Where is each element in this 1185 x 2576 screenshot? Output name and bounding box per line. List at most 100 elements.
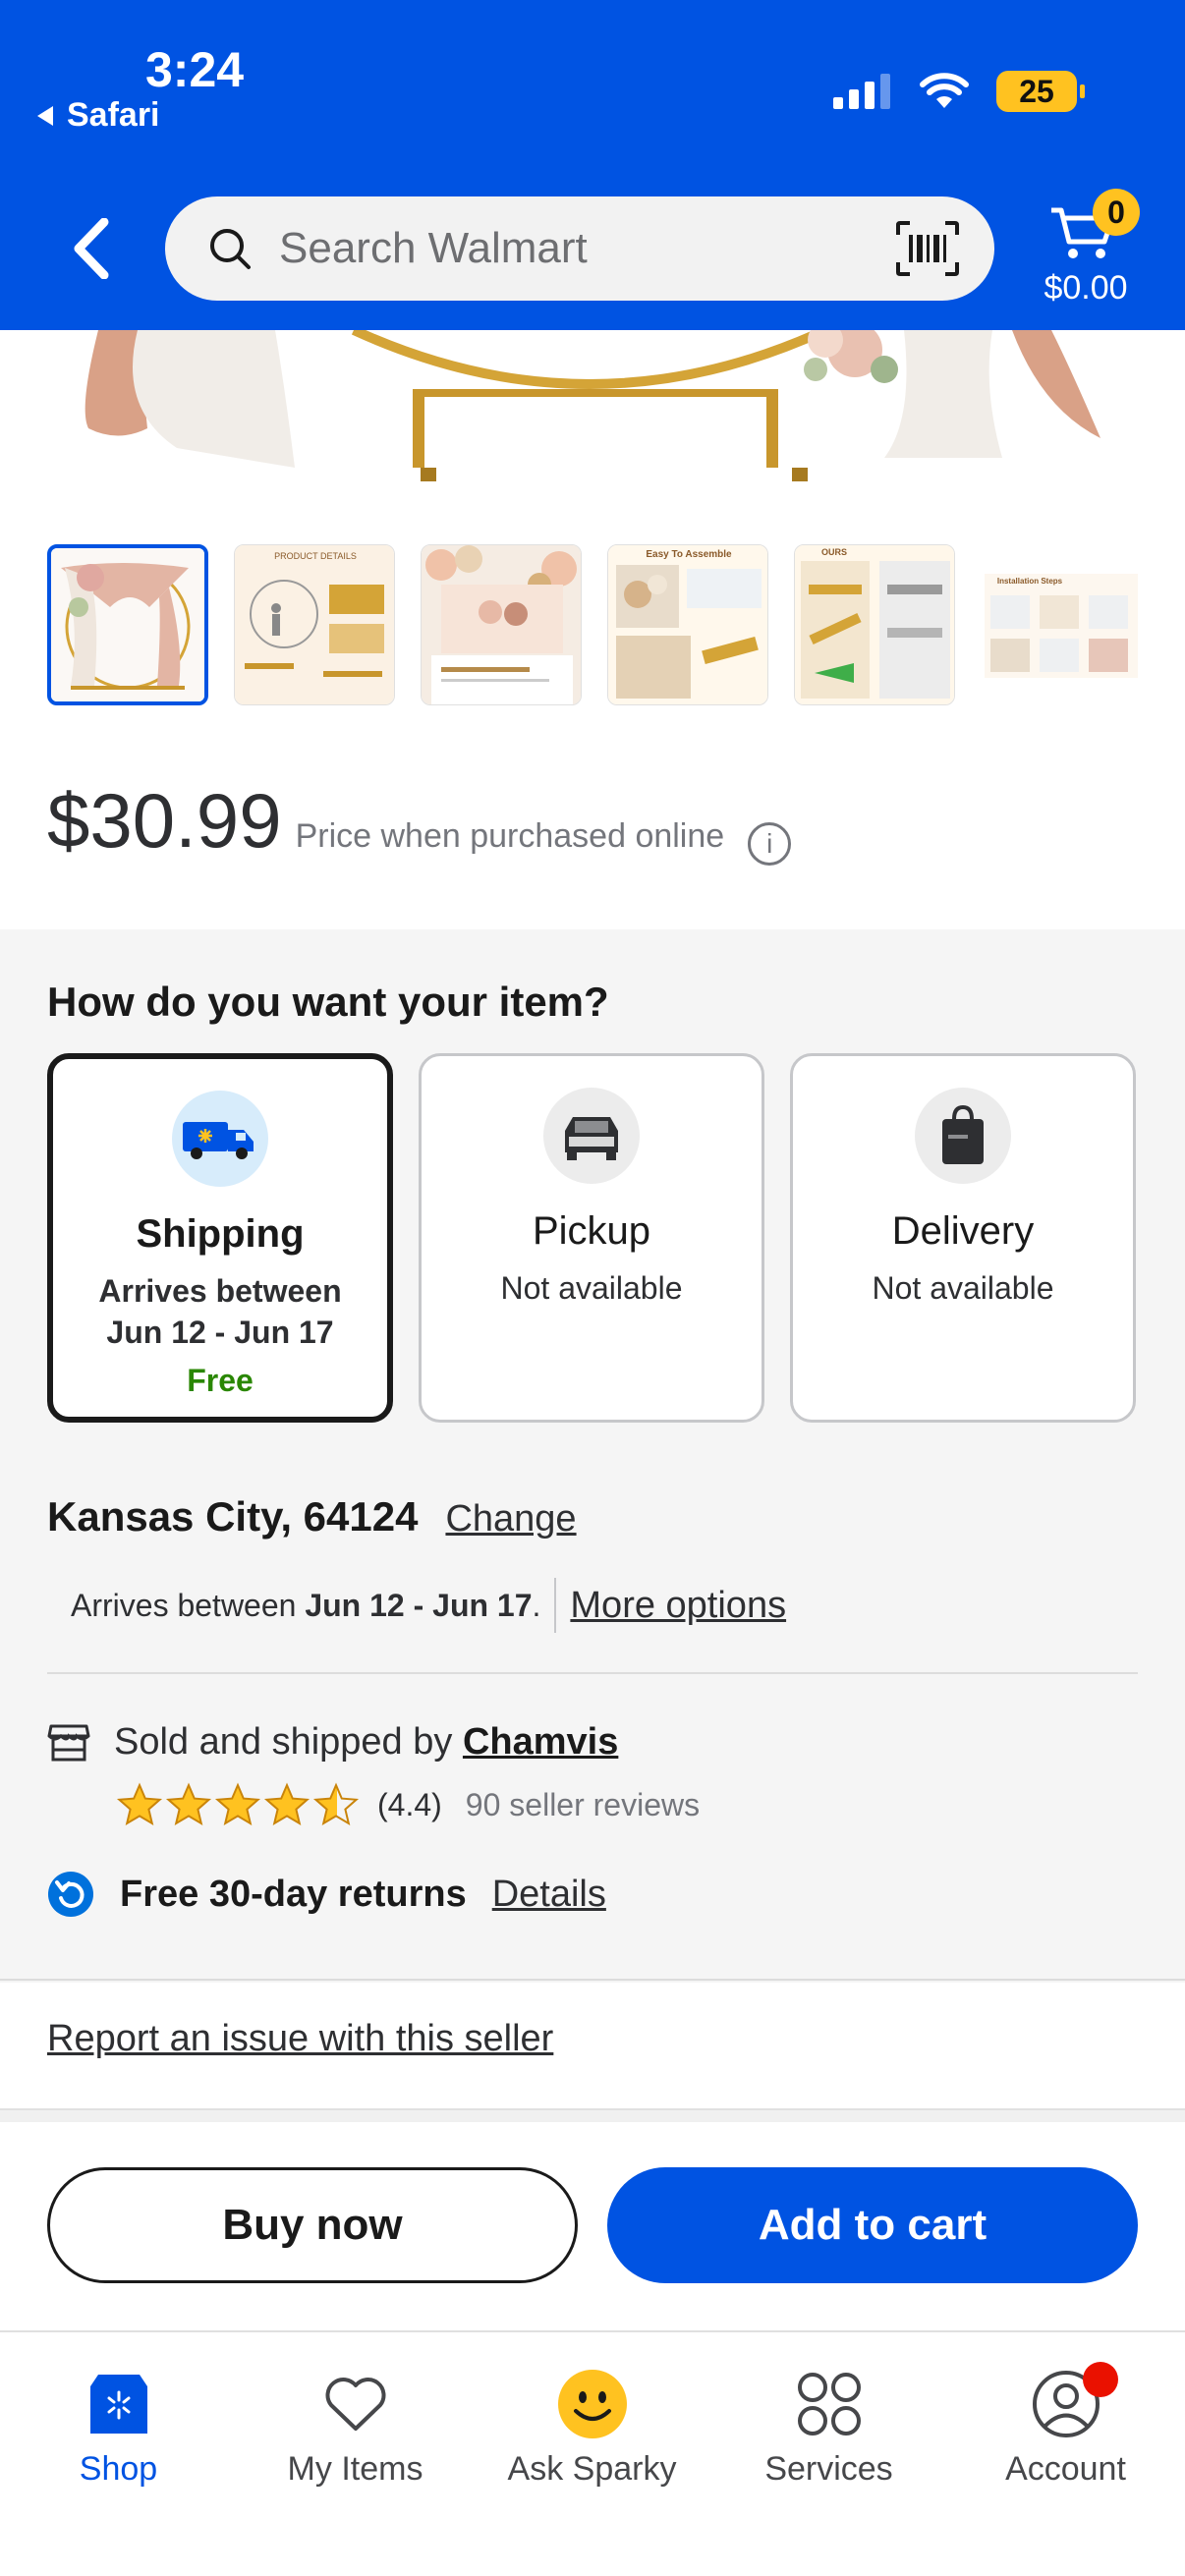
fulfillment-title: How do you want your item? <box>47 979 609 1025</box>
option-shipping-line1: Arrives between <box>98 1273 342 1309</box>
seller-row: Sold and shipped by Chamvis <box>47 1721 618 1764</box>
option-delivery[interactable]: Delivery Not available <box>790 1053 1136 1423</box>
status-time: 3:24 <box>145 42 245 97</box>
nav-account-label: Account <box>1005 2450 1126 2488</box>
delivery-bag-icon <box>915 1088 1011 1184</box>
thumbnail-5-label: OURS <box>821 547 847 557</box>
thumbnail-4[interactable]: Easy To Assemble <box>607 544 768 705</box>
nav-ask-sparky[interactable]: Ask Sparky <box>474 2332 710 2576</box>
report-seller-link[interactable]: Report an issue with this seller <box>47 2018 553 2060</box>
barcode-scan-icon[interactable] <box>896 221 959 276</box>
bottom-nav: Shop My Items Ask Sparky Services Accoun… <box>0 2330 1185 2576</box>
fulfillment-section: How do you want your item? Shipping Arri… <box>0 929 1185 1983</box>
rating-value: (4.4) <box>377 1786 442 1822</box>
option-pickup-title: Pickup <box>532 1209 651 1253</box>
divider <box>0 1979 1185 1981</box>
info-icon[interactable]: i <box>748 822 792 866</box>
option-shipping-free: Free <box>187 1363 254 1398</box>
purchase-actions: Buy now Add to cart <box>0 2122 1185 2332</box>
returns-policy: Free 30-day returns <box>120 1873 467 1915</box>
nav-account[interactable]: Account <box>947 2332 1184 2576</box>
shipping-truck-icon <box>172 1091 268 1187</box>
back-to-safari[interactable]: Safari <box>35 96 160 135</box>
option-shipping[interactable]: Shipping Arrives between Jun 12 - Jun 17… <box>47 1053 393 1423</box>
cart-count-badge: 0 <box>1093 189 1140 236</box>
arrival-prefix: Arrives between <box>71 1587 306 1623</box>
thumbnail-6[interactable]: Installation Steps <box>981 544 1142 705</box>
notification-dot <box>1083 2362 1118 2397</box>
thumbnail-1[interactable] <box>47 544 208 705</box>
returns-icon <box>48 1872 93 1917</box>
product-hero-image[interactable] <box>0 330 1185 497</box>
back-button[interactable] <box>61 214 120 283</box>
thumbnail-strip: PRODUCT DETAILS Easy To Assemble OURS In… <box>47 544 1142 705</box>
status-indicators: 25 <box>833 71 1085 112</box>
arrival-dates: Jun 12 - Jun 17 <box>305 1587 533 1623</box>
sparky-icon <box>557 2370 627 2438</box>
nav-my-items[interactable]: My Items <box>237 2332 474 2576</box>
nav-shop[interactable]: Shop <box>0 2332 237 2576</box>
option-delivery-title: Delivery <box>891 1209 1035 1253</box>
price-row: $30.99 Price when purchased online i <box>47 776 792 866</box>
thumbnail-3[interactable] <box>421 544 582 705</box>
seller-review-count: 90 seller reviews <box>465 1786 701 1822</box>
option-delivery-status: Not available <box>872 1270 1054 1306</box>
heart-icon <box>325 2378 385 2431</box>
location-label: Kansas City, 64124 <box>47 1493 419 1540</box>
star-icon <box>165 1782 212 1826</box>
nav-my-items-label: My Items <box>287 2450 423 2488</box>
thumbnail-6-label: Installation Steps <box>997 577 1063 586</box>
arrival-suffix: . <box>532 1587 541 1623</box>
star-icon <box>214 1782 261 1826</box>
seller-prefix: Sold and shipped by <box>114 1721 463 1763</box>
option-pickup[interactable]: Pickup Not available <box>419 1053 764 1423</box>
add-to-cart-button[interactable]: Add to cart <box>607 2167 1138 2283</box>
store-icon <box>47 1724 90 1761</box>
half-star-icon <box>312 1782 360 1826</box>
nav-services[interactable]: Services <box>710 2332 947 2576</box>
option-shipping-dates: Jun 12 - Jun 17 <box>106 1315 334 1350</box>
wifi-icon <box>920 73 969 108</box>
star-icon <box>116 1782 163 1826</box>
thumbnail-2[interactable]: PRODUCT DETAILS <box>234 544 395 705</box>
nav-ask-sparky-label: Ask Sparky <box>507 2450 677 2488</box>
search-input[interactable]: Search Walmart <box>279 224 896 273</box>
divider <box>0 2108 1185 2122</box>
more-options-link[interactable]: More options <box>570 1585 786 1627</box>
star-icon <box>263 1782 310 1826</box>
price-note: Price when purchased online <box>295 817 725 855</box>
divider <box>47 1672 1138 1674</box>
store-icon <box>89 2375 147 2434</box>
rating-row[interactable]: (4.4) 90 seller reviews <box>116 1782 700 1827</box>
grid-icon <box>797 2373 861 2436</box>
returns-row: Free 30-day returns Details <box>47 1871 606 1918</box>
thumbnail-2-label: PRODUCT DETAILS <box>274 551 357 561</box>
cart-total: $0.00 <box>1044 269 1128 307</box>
cart-button[interactable]: 0 $0.00 <box>1032 189 1140 312</box>
change-location-link[interactable]: Change <box>445 1498 576 1540</box>
fulfillment-options: Shipping Arrives between Jun 12 - Jun 17… <box>47 1053 1136 1423</box>
returns-details-link[interactable]: Details <box>492 1874 606 1916</box>
nav-services-label: Services <box>764 2450 893 2488</box>
option-pickup-status: Not available <box>500 1270 683 1306</box>
arrival-separator <box>554 1578 557 1633</box>
arrival-row: Arrives between Jun 12 - Jun 17 . More o… <box>71 1578 786 1633</box>
star-rating <box>116 1782 360 1827</box>
product-price: $30.99 <box>47 777 282 864</box>
app-header: 3:24 Safari 25 Search Walmart 0 $0.00 <box>0 0 1185 330</box>
nav-shop-label: Shop <box>79 2450 158 2488</box>
location-row: Kansas City, 64124 Change <box>47 1493 577 1540</box>
seller-name-link[interactable]: Chamvis <box>463 1721 618 1763</box>
pickup-car-icon <box>543 1088 640 1184</box>
chevron-left-icon <box>74 218 109 279</box>
search-bar[interactable]: Search Walmart <box>165 196 994 301</box>
wedding-arch-image <box>85 330 1100 481</box>
thumbnail-4-label: Easy To Assemble <box>646 549 732 560</box>
search-icon <box>210 229 251 269</box>
back-app-label: Safari <box>67 96 160 134</box>
back-triangle-icon <box>37 105 53 126</box>
buy-now-button[interactable]: Buy now <box>47 2167 578 2283</box>
thumbnail-5[interactable]: OURS <box>794 544 955 705</box>
battery-indicator: 25 <box>996 71 1085 112</box>
option-shipping-title: Shipping <box>136 1212 305 1256</box>
